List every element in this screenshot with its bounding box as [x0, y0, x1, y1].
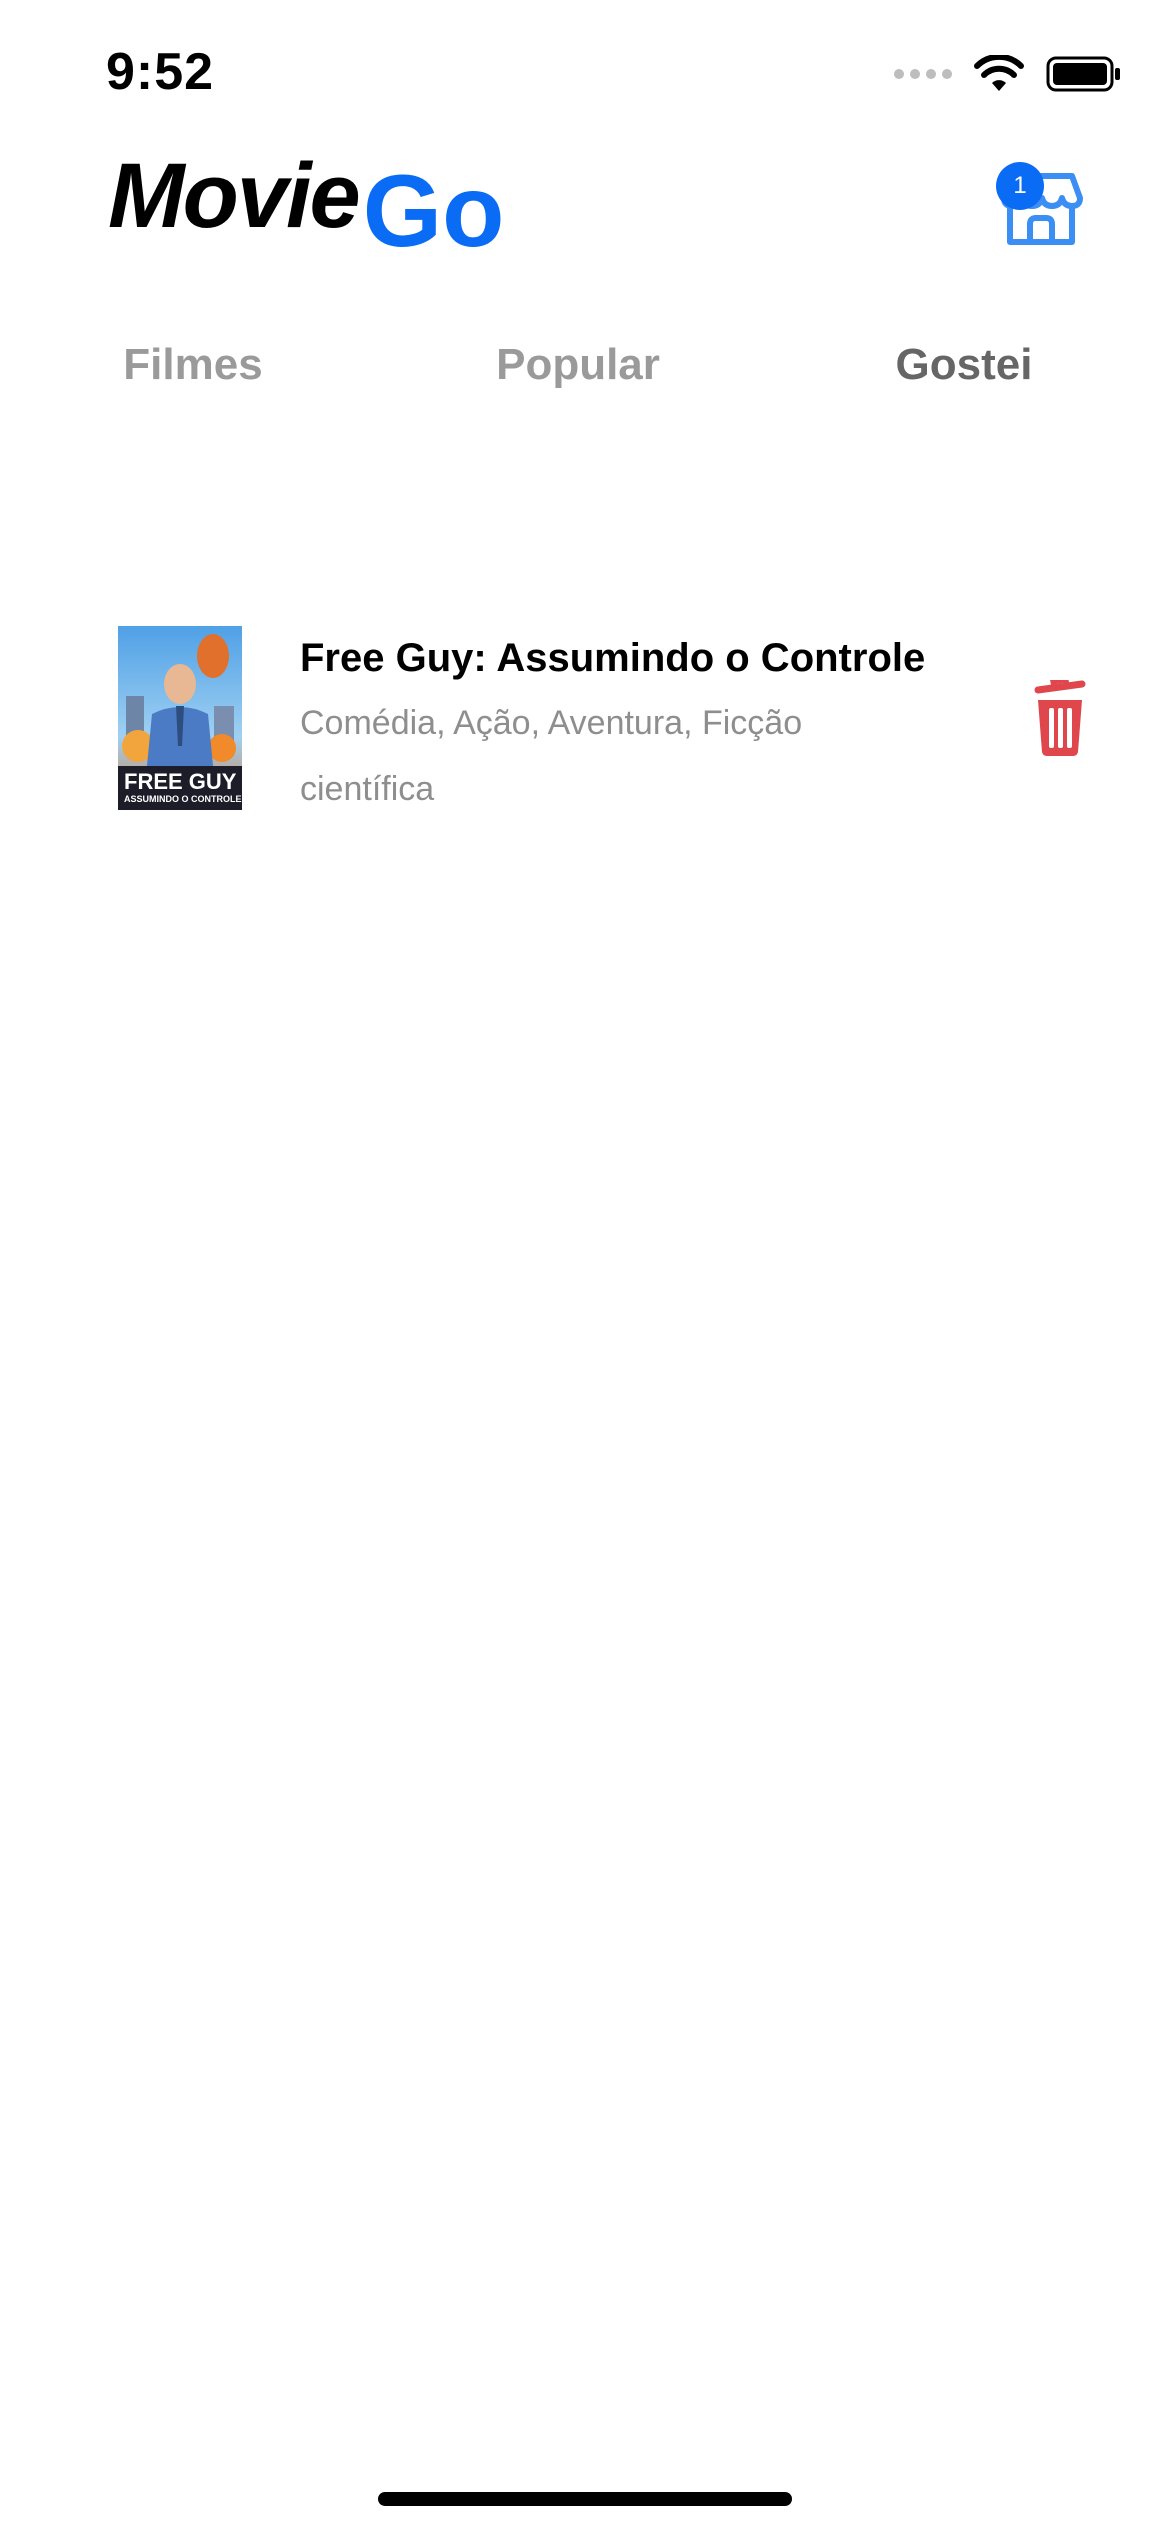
tab-filmes[interactable]: Filmes — [123, 340, 262, 390]
poster-subtitle-text: ASSUMINDO O CONTROLE — [124, 794, 242, 804]
store-badge: 1 — [996, 162, 1044, 210]
poster-title-text: FREE GUY — [124, 769, 237, 794]
list-item[interactable]: FREE GUY ASSUMINDO O CONTROLE Free Guy: … — [118, 626, 1098, 810]
home-indicator[interactable] — [378, 2492, 792, 2506]
movie-title: Free Guy: Assumindo o Controle — [300, 636, 926, 680]
tab-popular[interactable]: Popular — [496, 340, 660, 390]
status-bar-time: 9:52 — [106, 43, 215, 101]
status-bar-icons — [894, 54, 1122, 94]
wifi-icon — [974, 55, 1024, 91]
movie-genres: Comédia, Ação, Aventura, Ficção científi… — [300, 704, 803, 808]
cellular-signal-icon — [894, 69, 952, 79]
movie-poster[interactable]: FREE GUY ASSUMINDO O CONTROLE — [118, 626, 242, 810]
battery-icon — [1046, 56, 1120, 92]
trash-icon — [1034, 677, 1086, 756]
remove-like-button[interactable] — [1030, 677, 1090, 756]
logo-text-go: Go — [362, 154, 505, 268]
poster-image: FREE GUY ASSUMINDO O CONTROLE — [118, 626, 242, 810]
tab-gostei[interactable]: Gostei — [896, 340, 1033, 390]
app-logo: Movie Go — [108, 140, 504, 262]
logo-text-movie: Movie — [108, 145, 361, 247]
tab-bar: Filmes Popular Gostei — [0, 340, 1170, 400]
